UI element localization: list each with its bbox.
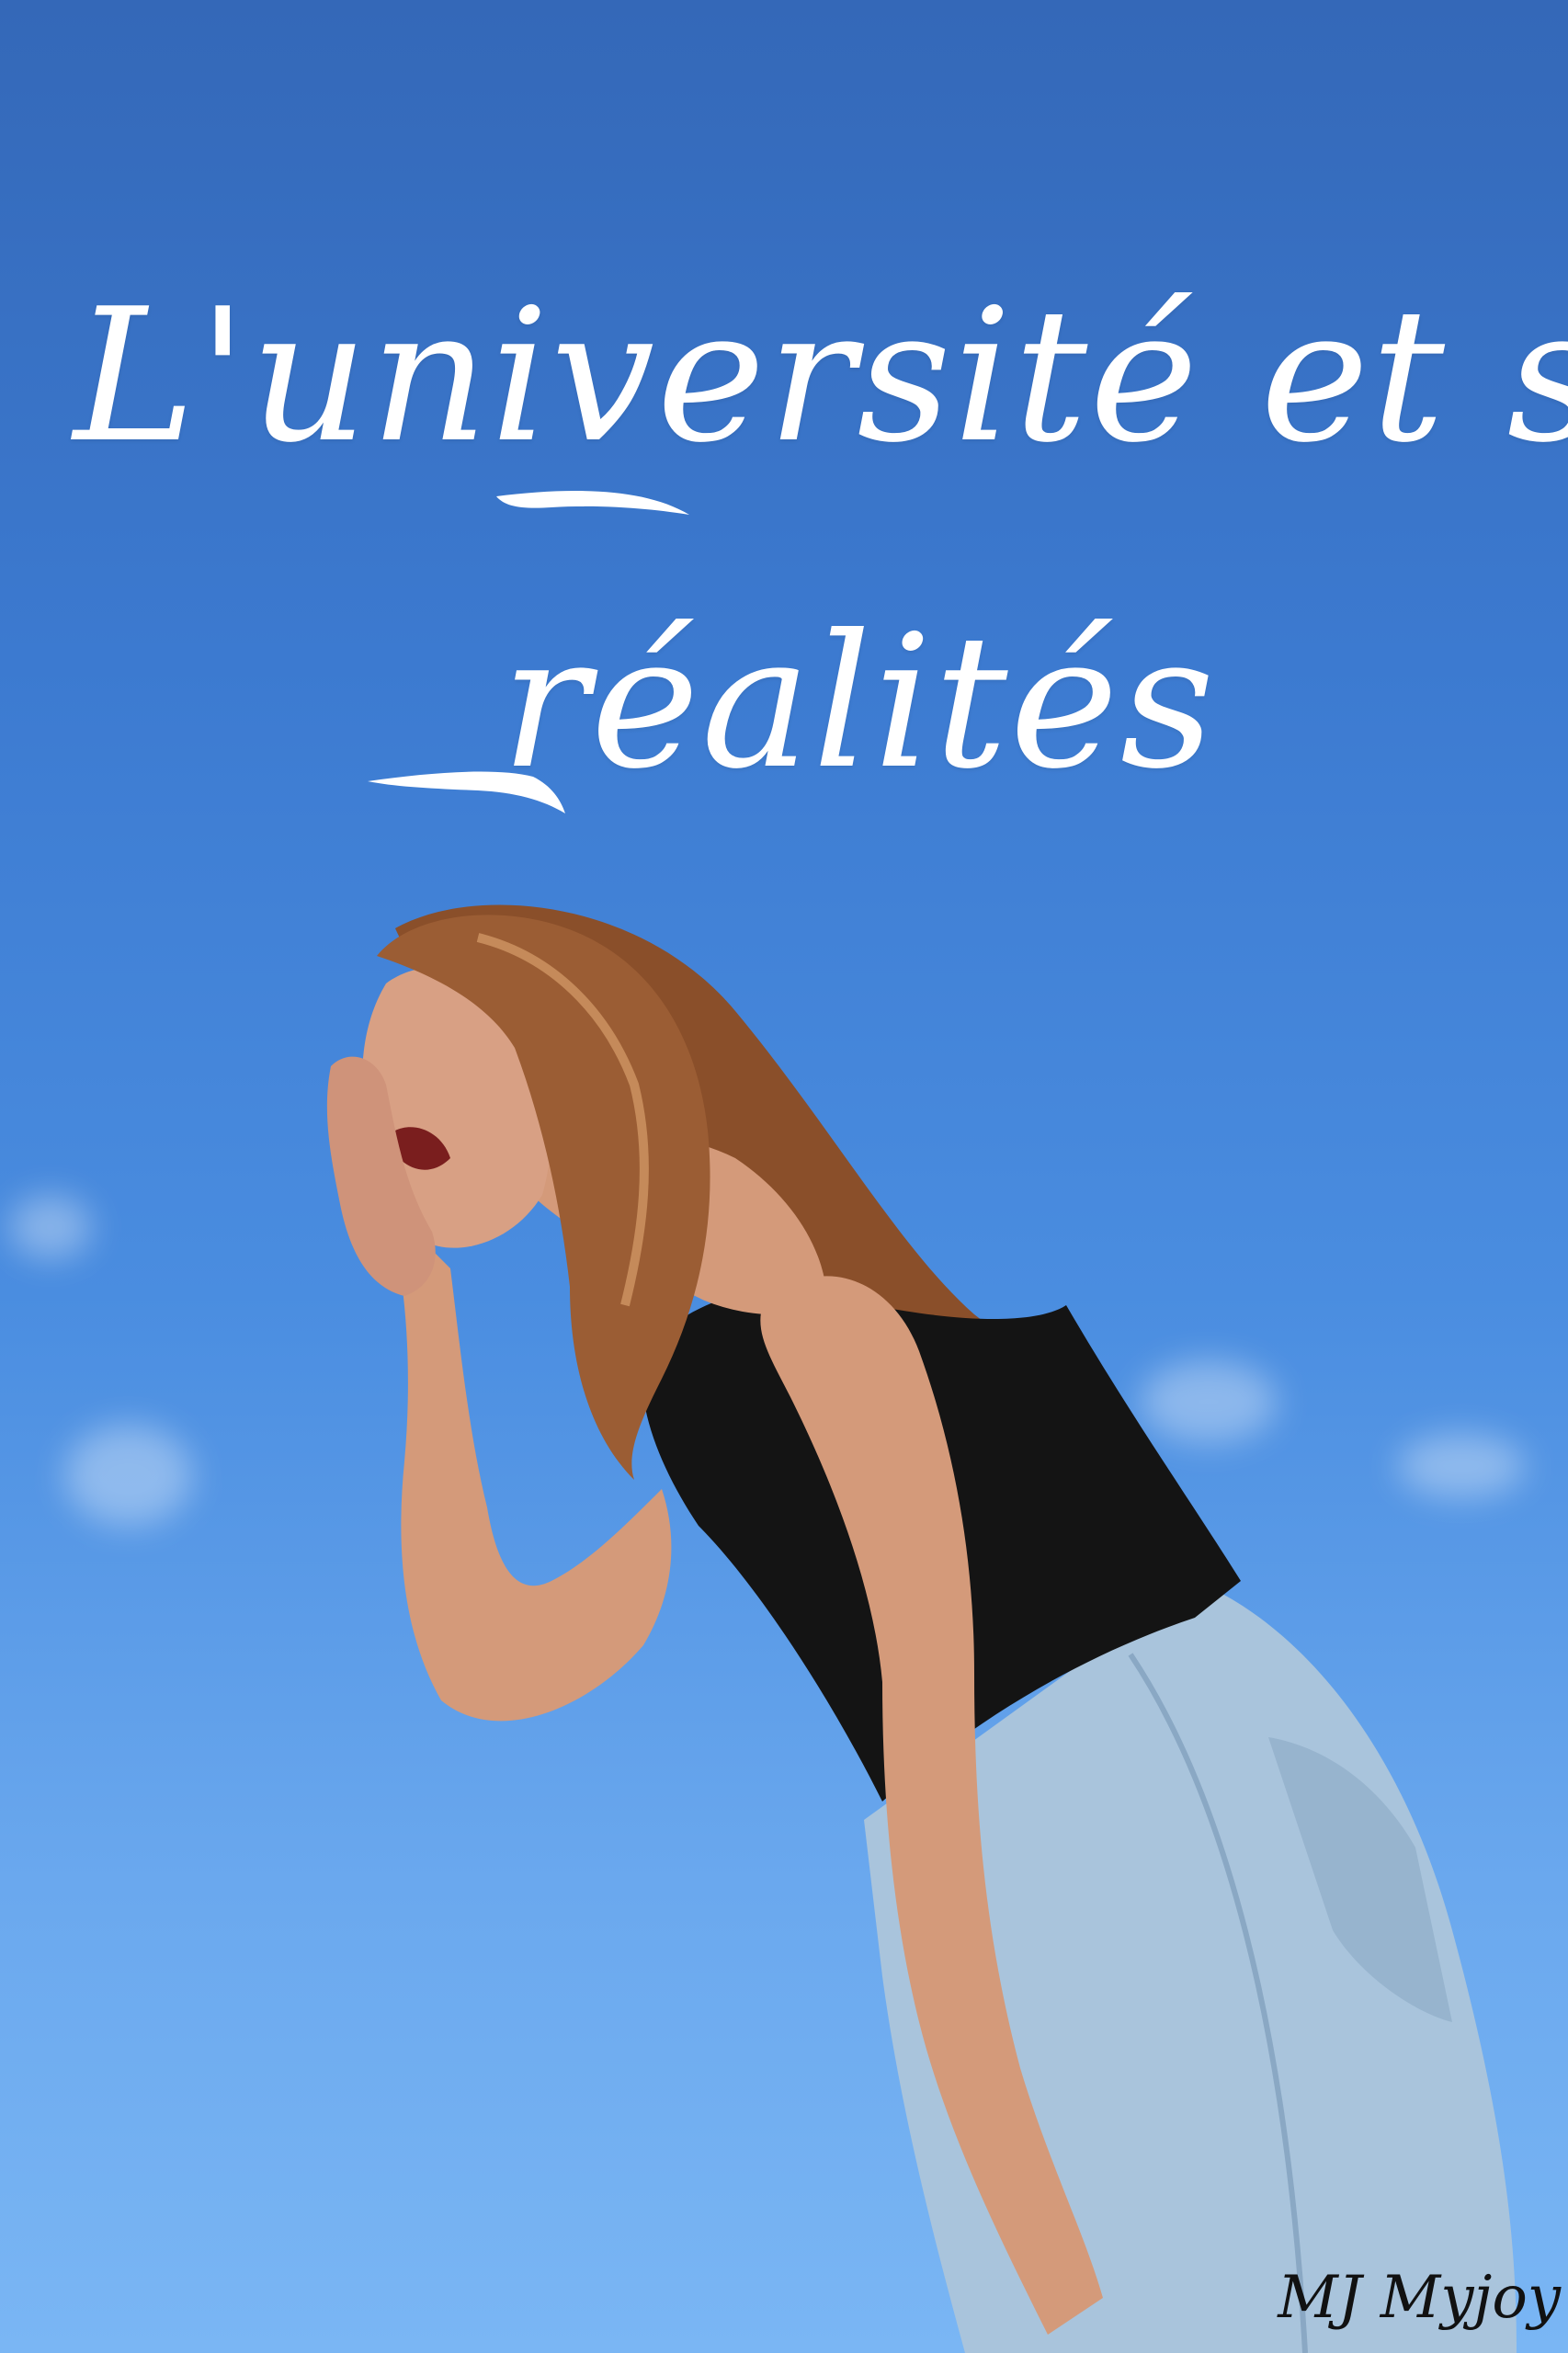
title-line-1: L'université et ses — [74, 269, 1568, 483]
title-line-2: réalités — [501, 596, 1217, 810]
signature-watermark: MJ Myjoy — [1278, 2264, 1561, 2332]
poster: L'université et ses réalités MJ Myjoy — [0, 0, 1568, 2353]
